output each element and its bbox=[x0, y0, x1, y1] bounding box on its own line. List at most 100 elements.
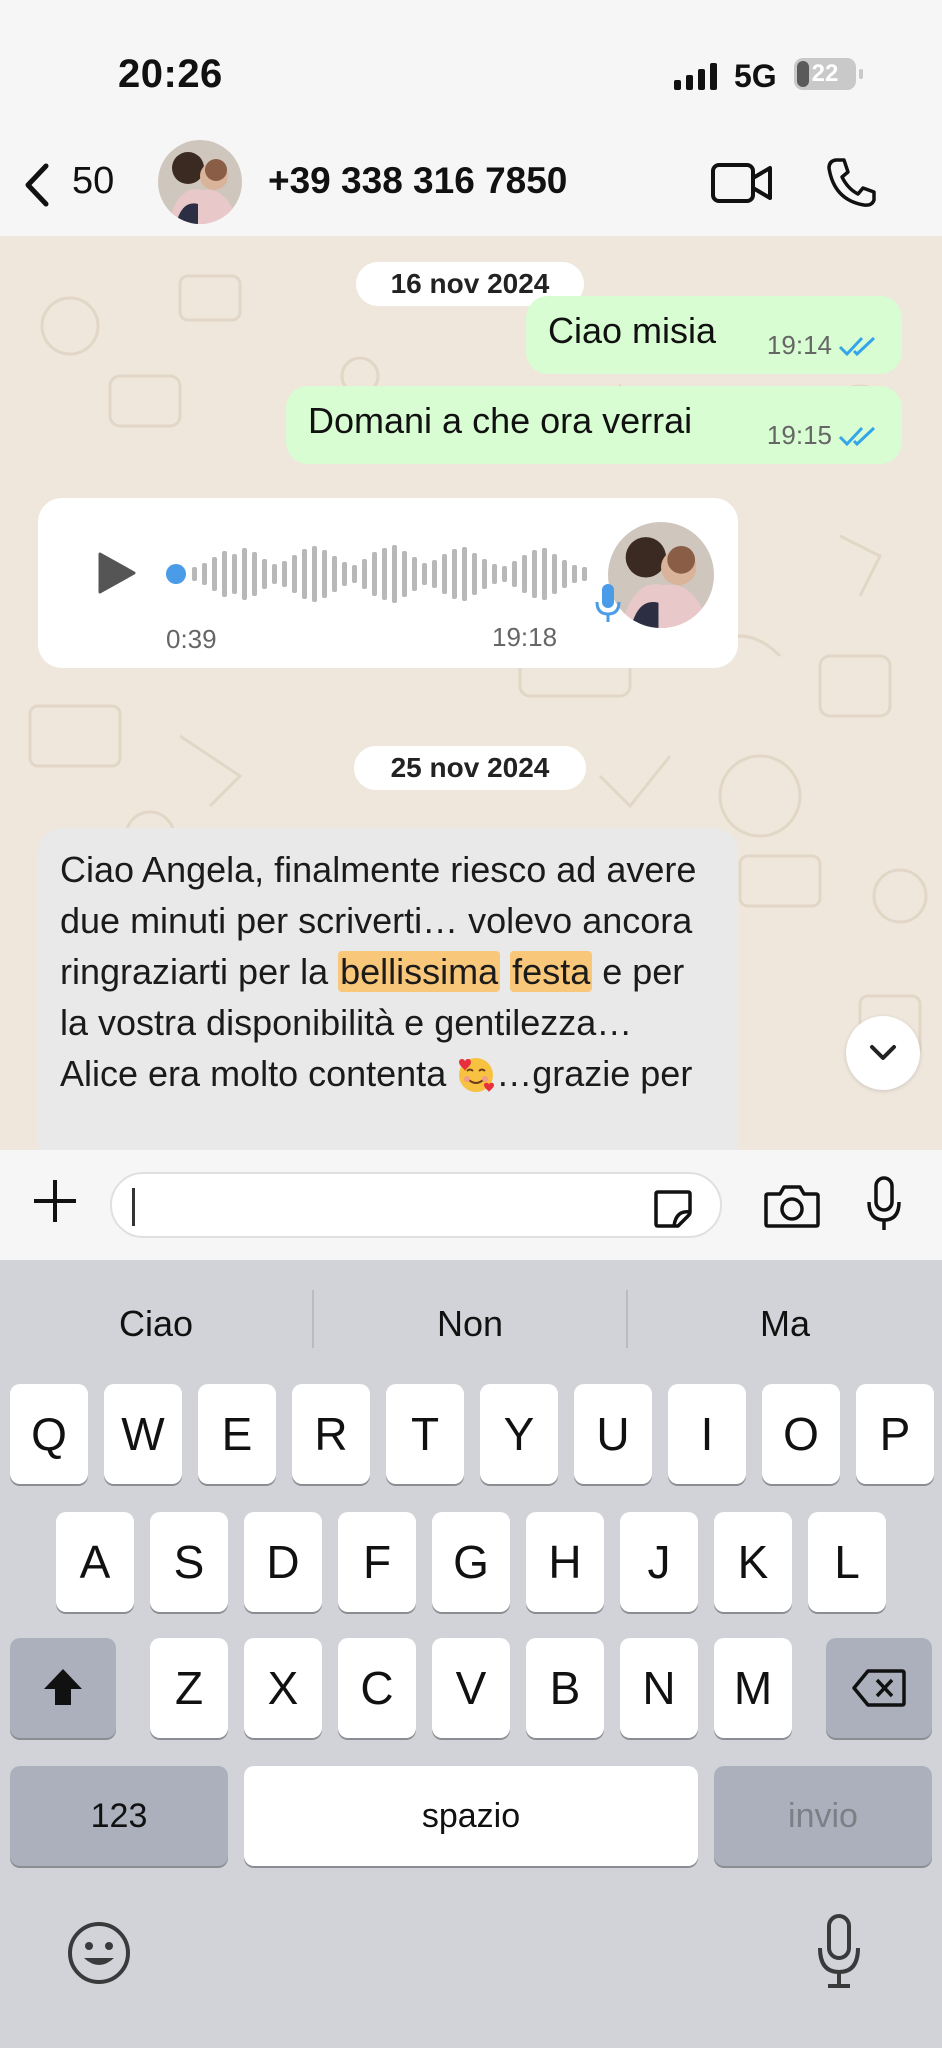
key-z[interactable]: Z bbox=[150, 1638, 228, 1738]
text-caret bbox=[132, 1188, 135, 1226]
contact-avatar[interactable] bbox=[158, 140, 242, 224]
read-ticks-icon bbox=[838, 336, 876, 356]
waveform-bar bbox=[272, 564, 277, 584]
key-t[interactable]: T bbox=[386, 1384, 464, 1484]
key-r[interactable]: R bbox=[292, 1384, 370, 1484]
outgoing-message[interactable]: Ciao misia 19:14 bbox=[526, 296, 902, 374]
waveform-bar bbox=[232, 554, 237, 594]
suggestion[interactable]: Ciao bbox=[0, 1288, 312, 1360]
waveform-bar bbox=[282, 561, 287, 587]
waveform-bar bbox=[262, 559, 267, 589]
chat-area[interactable]: 16 nov 2024 Ciao misia 19:14 Domani a ch… bbox=[0, 236, 942, 1150]
key-k[interactable]: K bbox=[714, 1512, 792, 1612]
contact-name[interactable]: +39 338 316 7850 bbox=[268, 160, 567, 202]
waveform-bar bbox=[522, 555, 527, 593]
waveform-bar bbox=[412, 557, 417, 591]
key-l[interactable]: L bbox=[808, 1512, 886, 1612]
key-s[interactable]: S bbox=[150, 1512, 228, 1612]
battery-icon: 22 bbox=[794, 58, 863, 90]
numbers-key[interactable]: 123 bbox=[10, 1766, 228, 1866]
return-key[interactable]: invio bbox=[714, 1766, 932, 1866]
message-time: 19:14 bbox=[766, 330, 832, 360]
waveform-bar bbox=[582, 567, 587, 581]
mic-icon bbox=[595, 584, 621, 622]
message-input-bar bbox=[0, 1150, 942, 1260]
message-text: Ciao misia bbox=[548, 310, 717, 351]
key-x[interactable]: X bbox=[244, 1638, 322, 1738]
key-a[interactable]: A bbox=[56, 1512, 134, 1612]
key-f[interactable]: F bbox=[338, 1512, 416, 1612]
back-unread-count[interactable]: 50 bbox=[72, 160, 114, 203]
playhead-dot[interactable] bbox=[166, 564, 186, 584]
key-n[interactable]: N bbox=[620, 1638, 698, 1738]
status-time: 20:26 bbox=[118, 52, 223, 96]
waveform-bar bbox=[542, 548, 547, 600]
key-g[interactable]: G bbox=[432, 1512, 510, 1612]
key-h[interactable]: H bbox=[526, 1512, 604, 1612]
voice-duration: 0:39 bbox=[166, 624, 217, 654]
message-meta: 19:15 bbox=[767, 420, 880, 451]
waveform-bar bbox=[492, 564, 497, 584]
scroll-to-bottom-button[interactable] bbox=[846, 1016, 920, 1090]
network-label: 5G bbox=[734, 58, 777, 94]
voice-message[interactable]: 0:39 19:18 bbox=[38, 498, 738, 668]
waveform-bar bbox=[402, 551, 407, 597]
waveform-bar bbox=[532, 550, 537, 598]
waveform-bar bbox=[212, 557, 217, 591]
play-icon[interactable] bbox=[92, 550, 138, 596]
plus-icon[interactable] bbox=[32, 1178, 78, 1224]
key-b[interactable]: B bbox=[526, 1638, 604, 1738]
waveform-bar bbox=[552, 554, 557, 594]
waveform-bar bbox=[372, 552, 377, 596]
mic-icon[interactable] bbox=[866, 1176, 902, 1232]
key-c[interactable]: C bbox=[338, 1638, 416, 1738]
outgoing-message[interactable]: Domani a che ora verrai 19:15 bbox=[286, 386, 902, 464]
space-key[interactable]: spazio bbox=[244, 1766, 698, 1866]
key-m[interactable]: M bbox=[714, 1638, 792, 1738]
key-u[interactable]: U bbox=[574, 1384, 652, 1484]
waveform-bar bbox=[292, 555, 297, 593]
chat-header: 50 +39 338 316 7850 bbox=[0, 130, 942, 236]
sticker-icon[interactable] bbox=[652, 1188, 694, 1230]
message-text: Domani a che ora verrai bbox=[308, 400, 693, 441]
date-separator: 25 nov 2024 bbox=[354, 746, 586, 790]
chevron-left-icon[interactable] bbox=[18, 160, 58, 210]
waveform-bar bbox=[572, 565, 577, 583]
camera-icon[interactable] bbox=[764, 1184, 820, 1228]
waveform-bar bbox=[362, 559, 367, 589]
waveform-bar bbox=[202, 563, 207, 585]
waveform-bar bbox=[422, 563, 427, 585]
audio-waveform[interactable] bbox=[166, 544, 596, 604]
message-time: 19:15 bbox=[766, 420, 832, 450]
key-d[interactable]: D bbox=[244, 1512, 322, 1612]
suggestion[interactable]: Ma bbox=[628, 1288, 942, 1360]
message-text: …grazie per bbox=[496, 1053, 693, 1094]
incoming-message[interactable]: Ciao Angela, finalmente riesco ad avere … bbox=[38, 828, 738, 1150]
waveform-bar bbox=[192, 567, 197, 581]
message-input[interactable] bbox=[110, 1172, 722, 1238]
video-call-icon[interactable] bbox=[710, 160, 774, 206]
key-o[interactable]: O bbox=[762, 1384, 840, 1484]
dictation-mic-icon[interactable] bbox=[816, 1914, 862, 1990]
phone-call-icon[interactable] bbox=[826, 156, 876, 208]
backspace-key[interactable] bbox=[826, 1638, 932, 1738]
key-e[interactable]: E bbox=[198, 1384, 276, 1484]
key-i[interactable]: I bbox=[668, 1384, 746, 1484]
message-time: 19:18 bbox=[492, 622, 558, 652]
waveform-bar bbox=[432, 560, 437, 588]
suggestion[interactable]: Non bbox=[314, 1288, 626, 1360]
smiling-face-with-hearts-icon bbox=[459, 1058, 495, 1092]
emoji-icon[interactable] bbox=[66, 1920, 132, 1986]
sender-avatar bbox=[608, 522, 714, 628]
key-j[interactable]: J bbox=[620, 1512, 698, 1612]
key-q[interactable]: Q bbox=[10, 1384, 88, 1484]
key-y[interactable]: Y bbox=[480, 1384, 558, 1484]
shift-key[interactable] bbox=[10, 1638, 116, 1738]
waveform-bar bbox=[502, 566, 507, 582]
signal-icon bbox=[674, 62, 717, 90]
waveform-bar bbox=[512, 561, 517, 587]
key-v[interactable]: V bbox=[432, 1638, 510, 1738]
key-p[interactable]: P bbox=[856, 1384, 934, 1484]
waveform-bar bbox=[242, 548, 247, 600]
key-w[interactable]: W bbox=[104, 1384, 182, 1484]
